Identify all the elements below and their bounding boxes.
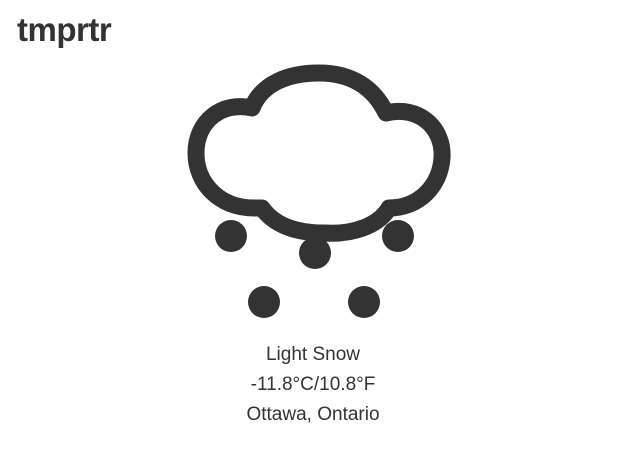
snowflake-dot [299,237,331,269]
snowflake-dot [248,286,280,318]
weather-info: Light Snow -11.8°C/10.8°F Ottawa, Ontari… [0,340,626,430]
snowflake-dot [382,220,414,252]
location-label: Ottawa, Ontario [246,404,380,425]
weather-condition: Light Snow [265,344,360,365]
app-logo: tmprtr [17,11,112,48]
temperature-readout: -11.8°C/10.8°F [250,374,376,395]
snowflake-dot [348,286,380,318]
snowflake-dot [215,220,247,252]
cloud-icon [187,64,451,242]
light-snow-icon [187,64,451,318]
